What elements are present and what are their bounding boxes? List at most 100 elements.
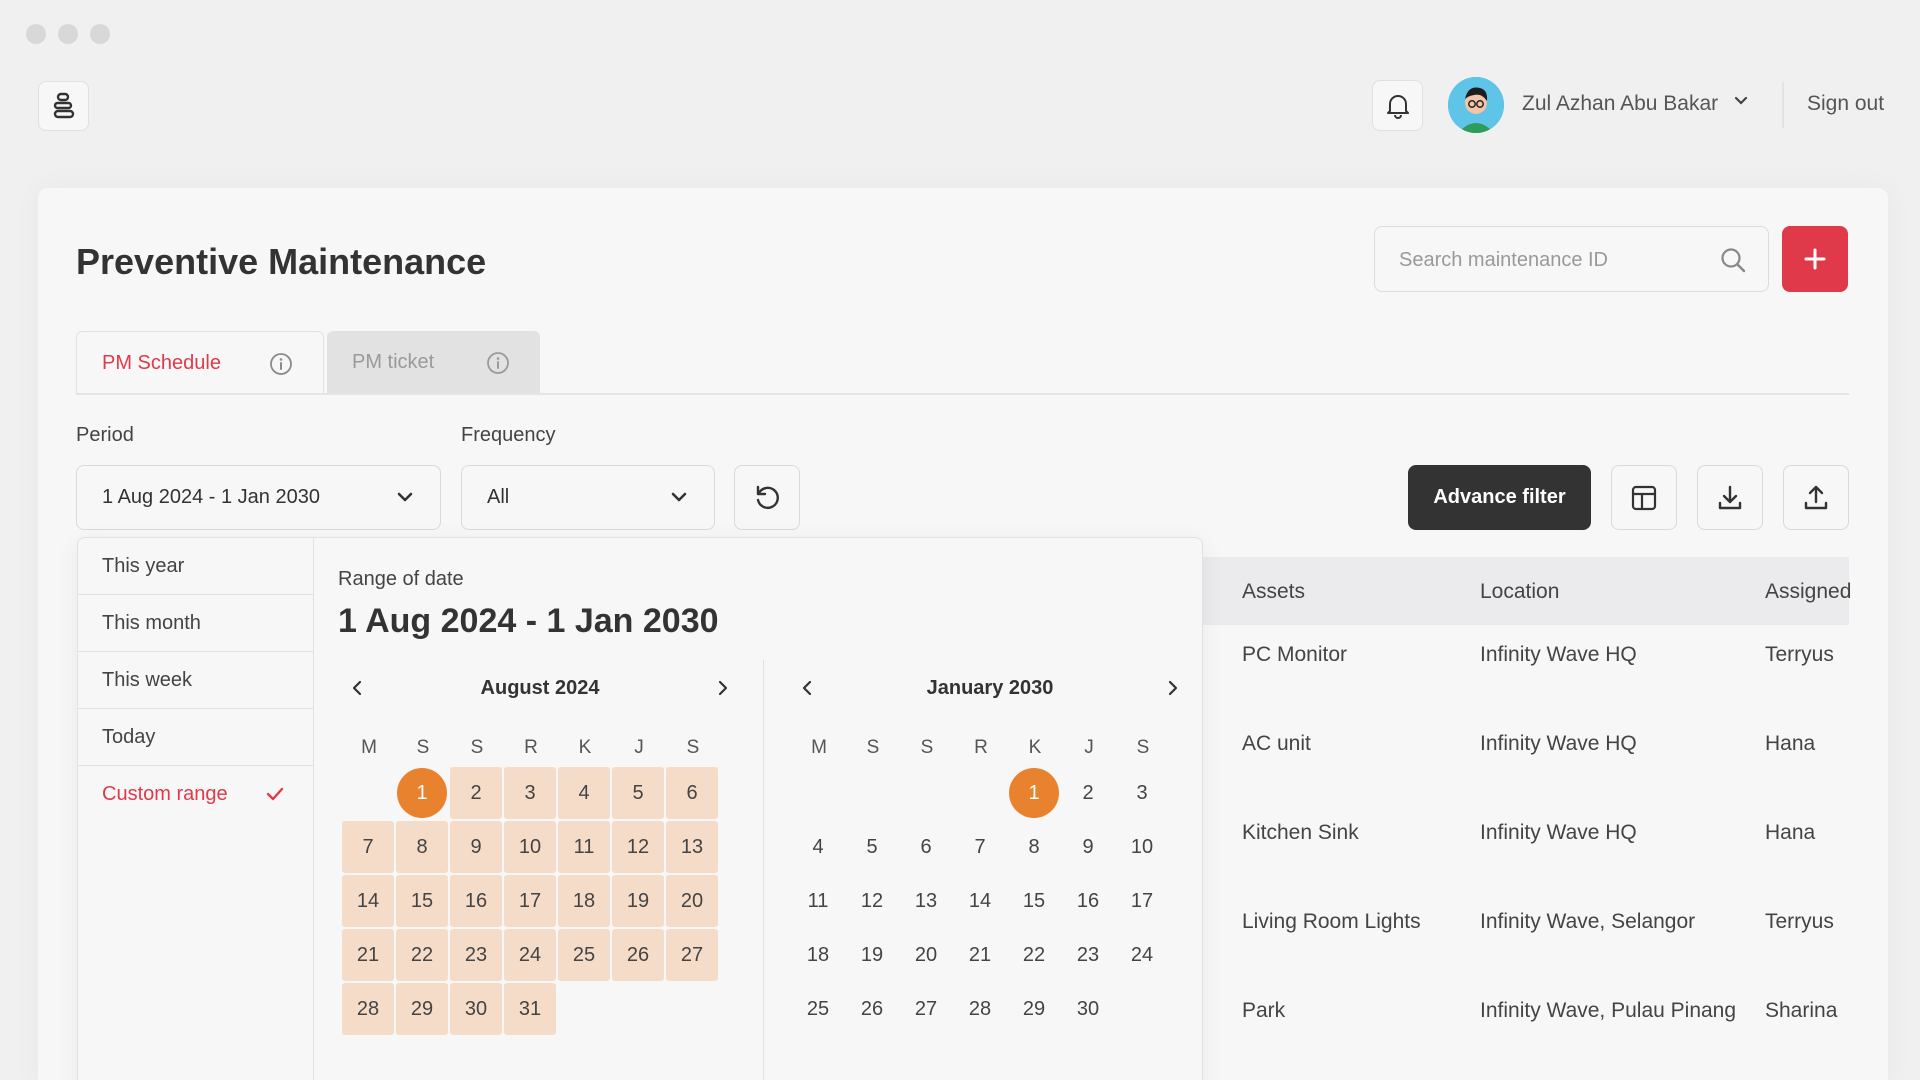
- calendar-day[interactable]: 14: [342, 875, 394, 927]
- tab-pm-schedule[interactable]: PM Schedule: [76, 331, 324, 394]
- calendar-day[interactable]: 21: [954, 929, 1006, 981]
- calendar-day[interactable]: 17: [504, 875, 556, 927]
- tab-pm-ticket[interactable]: PM ticket: [327, 331, 540, 394]
- calendar-day[interactable]: 9: [450, 821, 502, 873]
- calendar-day[interactable]: 24: [1116, 929, 1168, 981]
- chevron-right-icon[interactable]: [712, 678, 732, 698]
- upload-button[interactable]: [1783, 465, 1849, 530]
- calendar-day[interactable]: 10: [1116, 821, 1168, 873]
- advance-filter-button[interactable]: Advance filter: [1408, 465, 1591, 530]
- calendar-day[interactable]: 13: [666, 821, 718, 873]
- frequency-select[interactable]: All: [461, 465, 715, 530]
- layout-button[interactable]: [1611, 465, 1677, 530]
- app-logo-button[interactable]: [38, 81, 89, 131]
- calendar-day[interactable]: 30: [1062, 983, 1114, 1035]
- calendar-day[interactable]: 21: [342, 929, 394, 981]
- notifications-button[interactable]: [1372, 80, 1423, 131]
- preset-this-month[interactable]: This month: [78, 595, 313, 652]
- window-close-dot[interactable]: [26, 24, 46, 44]
- calendar-day[interactable]: 9: [1062, 821, 1114, 873]
- calendar-day[interactable]: 18: [792, 929, 844, 981]
- calendar-day[interactable]: 3: [1116, 767, 1168, 819]
- preset-this-week[interactable]: This week: [78, 652, 313, 709]
- calendar-day[interactable]: 7: [954, 821, 1006, 873]
- calendar-day[interactable]: 27: [666, 929, 718, 981]
- calendar-day[interactable]: 28: [342, 983, 394, 1035]
- calendar-day[interactable]: 2: [450, 767, 502, 819]
- add-button[interactable]: [1782, 226, 1848, 292]
- calendar-day[interactable]: 16: [1062, 875, 1114, 927]
- calendar-day[interactable]: 3: [504, 767, 556, 819]
- chevron-right-icon[interactable]: [1162, 678, 1182, 698]
- window-maximize-dot[interactable]: [90, 24, 110, 44]
- weekday-label: J: [1084, 737, 1094, 758]
- preset-custom-range[interactable]: Custom range: [78, 766, 313, 823]
- calendar-day[interactable]: 1: [1008, 767, 1060, 819]
- avatar[interactable]: [1448, 77, 1504, 133]
- calendar-day[interactable]: 24: [504, 929, 556, 981]
- calendar-day[interactable]: 12: [612, 821, 664, 873]
- calendar-day[interactable]: 12: [846, 875, 898, 927]
- calendar-day[interactable]: 26: [612, 929, 664, 981]
- calendar-day[interactable]: 26: [846, 983, 898, 1035]
- calendar-day[interactable]: 19: [846, 929, 898, 981]
- calendar-day[interactable]: 2: [1062, 767, 1114, 819]
- calendar-day[interactable]: 31: [504, 983, 556, 1035]
- calendar-day[interactable]: 14: [954, 875, 1006, 927]
- calendar-day[interactable]: 6: [666, 767, 718, 819]
- calendar-day[interactable]: 5: [846, 821, 898, 873]
- calendar-day[interactable]: 23: [1062, 929, 1114, 981]
- calendar-day[interactable]: 17: [1116, 875, 1168, 927]
- window-minimize-dot[interactable]: [58, 24, 78, 44]
- chevron-down-icon[interactable]: [1734, 96, 1748, 106]
- download-button[interactable]: [1697, 465, 1763, 530]
- calendar-day[interactable]: 6: [900, 821, 952, 873]
- preset-label: Today: [102, 725, 156, 748]
- search-icon[interactable]: [1720, 247, 1746, 273]
- column-header-assets[interactable]: Assets: [1242, 580, 1305, 604]
- weekday-label: K: [1028, 737, 1042, 758]
- calendar-day[interactable]: 28: [954, 983, 1006, 1035]
- calendar-day[interactable]: 8: [396, 821, 448, 873]
- page-title: Preventive Maintenance: [76, 241, 487, 282]
- search-input[interactable]: [1399, 245, 1699, 275]
- calendar-day[interactable]: 22: [1008, 929, 1060, 981]
- period-select[interactable]: 1 Aug 2024 - 1 Jan 2030: [76, 465, 441, 530]
- calendar-day[interactable]: 1: [396, 767, 448, 819]
- info-icon[interactable]: [269, 352, 293, 376]
- calendar-day[interactable]: 5: [612, 767, 664, 819]
- calendar-day[interactable]: 25: [558, 929, 610, 981]
- calendar-day[interactable]: 20: [900, 929, 952, 981]
- calendar-day[interactable]: 29: [1008, 983, 1060, 1035]
- reset-button[interactable]: [734, 465, 800, 530]
- calendar-day[interactable]: 15: [1008, 875, 1060, 927]
- calendar-day[interactable]: 25: [792, 983, 844, 1035]
- column-header-location[interactable]: Location: [1480, 580, 1559, 604]
- calendar-day[interactable]: 30: [450, 983, 502, 1035]
- calendar-day[interactable]: 15: [396, 875, 448, 927]
- preset-this-year[interactable]: This year: [78, 538, 313, 595]
- column-header-assigned[interactable]: Assigned: [1765, 580, 1851, 604]
- calendar-day[interactable]: 20: [666, 875, 718, 927]
- weekday-label: R: [974, 737, 988, 758]
- calendar-day[interactable]: 7: [342, 821, 394, 873]
- calendar-day[interactable]: 13: [900, 875, 952, 927]
- calendar-day[interactable]: 18: [558, 875, 610, 927]
- calendar-day[interactable]: 19: [612, 875, 664, 927]
- calendar-day[interactable]: 29: [396, 983, 448, 1035]
- calendar-day[interactable]: 16: [450, 875, 502, 927]
- calendar-day[interactable]: 10: [504, 821, 556, 873]
- calendar-day[interactable]: 27: [900, 983, 952, 1035]
- calendar-day[interactable]: 8: [1008, 821, 1060, 873]
- calendar-day[interactable]: 11: [792, 875, 844, 927]
- calendar-day[interactable]: 11: [558, 821, 610, 873]
- calendar-day[interactable]: 4: [558, 767, 610, 819]
- calendar-day[interactable]: 4: [792, 821, 844, 873]
- user-name[interactable]: Zul Azhan Abu Bakar: [1522, 92, 1718, 116]
- info-icon[interactable]: [486, 351, 510, 375]
- calendar-day[interactable]: 23: [450, 929, 502, 981]
- search-box[interactable]: [1374, 226, 1769, 292]
- calendar-day[interactable]: 22: [396, 929, 448, 981]
- preset-today[interactable]: Today: [78, 709, 313, 766]
- sign-out-link[interactable]: Sign out: [1807, 92, 1884, 116]
